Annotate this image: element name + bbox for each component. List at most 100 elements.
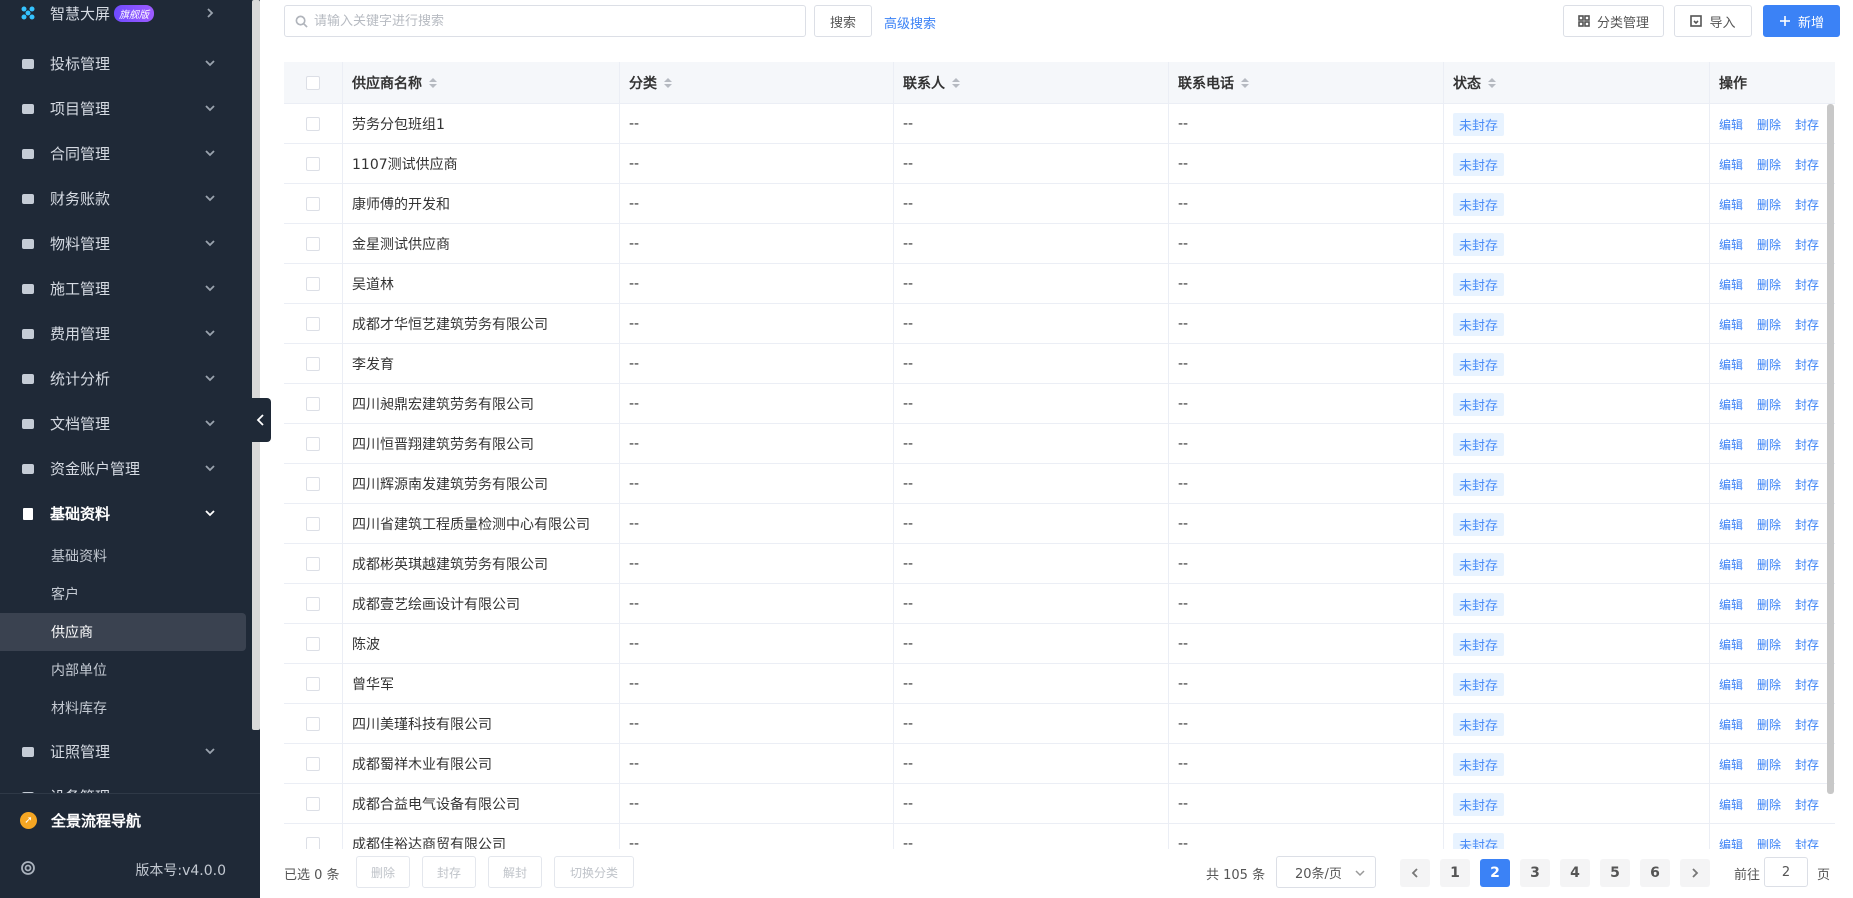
page-button-1[interactable]: 1 (1440, 859, 1470, 887)
seal-link[interactable]: 封存 (1795, 356, 1819, 373)
header-cell-1[interactable]: 分类 (619, 62, 672, 104)
delete-link[interactable]: 删除 (1757, 316, 1781, 333)
edit-link[interactable]: 编辑 (1719, 596, 1743, 613)
delete-link[interactable]: 删除 (1757, 276, 1781, 293)
delete-link[interactable]: 删除 (1757, 116, 1781, 133)
sort-icon[interactable] (1488, 78, 1496, 88)
batch-seal-button[interactable]: 封存 (422, 856, 476, 888)
row-checkbox[interactable] (306, 117, 320, 131)
edit-link[interactable]: 编辑 (1719, 636, 1743, 653)
row-checkbox[interactable] (306, 357, 320, 371)
seal-link[interactable]: 封存 (1795, 236, 1819, 253)
seal-link[interactable]: 封存 (1795, 516, 1819, 533)
next-page-button[interactable] (1680, 859, 1710, 887)
edit-link[interactable]: 编辑 (1719, 676, 1743, 693)
edit-link[interactable]: 编辑 (1719, 356, 1743, 373)
row-checkbox[interactable] (306, 437, 320, 451)
sidebar-subitem-3[interactable]: 内部单位 (0, 651, 246, 689)
select-all-checkbox[interactable] (306, 76, 320, 90)
delete-link[interactable]: 删除 (1757, 556, 1781, 573)
row-checkbox[interactable] (306, 397, 320, 411)
sort-icon[interactable] (952, 78, 960, 88)
sidebar-item-basic-info[interactable]: 基础资料 (0, 491, 252, 536)
edit-link[interactable]: 编辑 (1719, 276, 1743, 293)
row-checkbox[interactable] (306, 197, 320, 211)
sidebar-item-8[interactable]: 文档管理 (0, 401, 252, 446)
row-checkbox[interactable] (306, 317, 320, 331)
header-cell-3[interactable]: 联系电话 (1168, 62, 1249, 104)
header-cell-0[interactable]: 供应商名称 (342, 62, 437, 104)
seal-link[interactable]: 封存 (1795, 796, 1819, 813)
header-cell-4[interactable]: 状态 (1443, 62, 1496, 104)
delete-link[interactable]: 删除 (1757, 436, 1781, 453)
edit-link[interactable]: 编辑 (1719, 476, 1743, 493)
seal-link[interactable]: 封存 (1795, 396, 1819, 413)
page-size-select[interactable]: 20条/页 (1276, 856, 1376, 888)
sidebar-item-2[interactable]: 合同管理 (0, 131, 252, 176)
sidebar-item-5[interactable]: 施工管理 (0, 266, 252, 311)
row-checkbox[interactable] (306, 797, 320, 811)
seal-link[interactable]: 封存 (1795, 676, 1819, 693)
sort-icon[interactable] (1241, 78, 1249, 88)
seal-link[interactable]: 封存 (1795, 756, 1819, 773)
row-checkbox[interactable] (306, 237, 320, 251)
sidebar-item-0[interactable]: 投标管理 (0, 41, 252, 86)
edit-link[interactable]: 编辑 (1719, 196, 1743, 213)
seal-link[interactable]: 封存 (1795, 436, 1819, 453)
edit-link[interactable]: 编辑 (1719, 156, 1743, 173)
sort-icon[interactable] (429, 78, 437, 88)
sidebar-subitem-0[interactable]: 基础资料 (0, 537, 246, 575)
row-checkbox[interactable] (306, 757, 320, 771)
sidebar-scrollbar[interactable] (252, 0, 260, 730)
sidebar-item-4[interactable]: 物料管理 (0, 221, 252, 266)
advanced-search-link[interactable]: 高级搜索 (884, 13, 936, 32)
edit-link[interactable]: 编辑 (1719, 836, 1743, 850)
delete-link[interactable]: 删除 (1757, 836, 1781, 850)
panorama-nav-button[interactable]: ➚ 全景流程导航 (20, 810, 141, 831)
sidebar-item-after-0[interactable]: 证照管理 (0, 729, 252, 774)
header-cell-2[interactable]: 联系人 (893, 62, 960, 104)
delete-link[interactable]: 删除 (1757, 756, 1781, 773)
category-manage-button[interactable]: 分类管理 (1563, 5, 1664, 37)
delete-link[interactable]: 删除 (1757, 596, 1781, 613)
import-button[interactable]: 导入 (1674, 5, 1752, 37)
table-scrollbar[interactable] (1827, 104, 1834, 794)
edit-link[interactable]: 编辑 (1719, 236, 1743, 253)
row-checkbox[interactable] (306, 157, 320, 171)
batch-unseal-button[interactable]: 解封 (488, 856, 542, 888)
row-checkbox[interactable] (306, 277, 320, 291)
sidebar-item-3[interactable]: 财务账款 (0, 176, 252, 221)
seal-link[interactable]: 封存 (1795, 836, 1819, 850)
delete-link[interactable]: 删除 (1757, 356, 1781, 373)
seal-link[interactable]: 封存 (1795, 596, 1819, 613)
row-checkbox[interactable] (306, 677, 320, 691)
sidebar-item-6[interactable]: 费用管理 (0, 311, 252, 356)
edit-link[interactable]: 编辑 (1719, 796, 1743, 813)
sidebar-subitem-1[interactable]: 客户 (0, 575, 246, 613)
edit-link[interactable]: 编辑 (1719, 516, 1743, 533)
sidebar-subitem-4[interactable]: 材料库存 (0, 689, 246, 727)
seal-link[interactable]: 封存 (1795, 316, 1819, 333)
page-button-6[interactable]: 6 (1640, 859, 1670, 887)
delete-link[interactable]: 删除 (1757, 636, 1781, 653)
row-checkbox[interactable] (306, 517, 320, 531)
row-checkbox[interactable] (306, 557, 320, 571)
delete-link[interactable]: 删除 (1757, 796, 1781, 813)
edit-link[interactable]: 编辑 (1719, 316, 1743, 333)
seal-link[interactable]: 封存 (1795, 276, 1819, 293)
settings-icon[interactable] (20, 860, 36, 876)
smart-screen-item[interactable]: 智慧大屏 旗舰版 (0, 0, 252, 31)
page-button-5[interactable]: 5 (1600, 859, 1630, 887)
delete-link[interactable]: 删除 (1757, 476, 1781, 493)
sort-icon[interactable] (664, 78, 672, 88)
row-checkbox[interactable] (306, 597, 320, 611)
batch-delete-button[interactable]: 删除 (356, 856, 410, 888)
edit-link[interactable]: 编辑 (1719, 436, 1743, 453)
row-checkbox[interactable] (306, 477, 320, 491)
seal-link[interactable]: 封存 (1795, 636, 1819, 653)
search-input[interactable] (314, 13, 794, 29)
edit-link[interactable]: 编辑 (1719, 116, 1743, 133)
delete-link[interactable]: 删除 (1757, 396, 1781, 413)
sidebar-collapse-button[interactable] (251, 398, 271, 442)
edit-link[interactable]: 编辑 (1719, 556, 1743, 573)
